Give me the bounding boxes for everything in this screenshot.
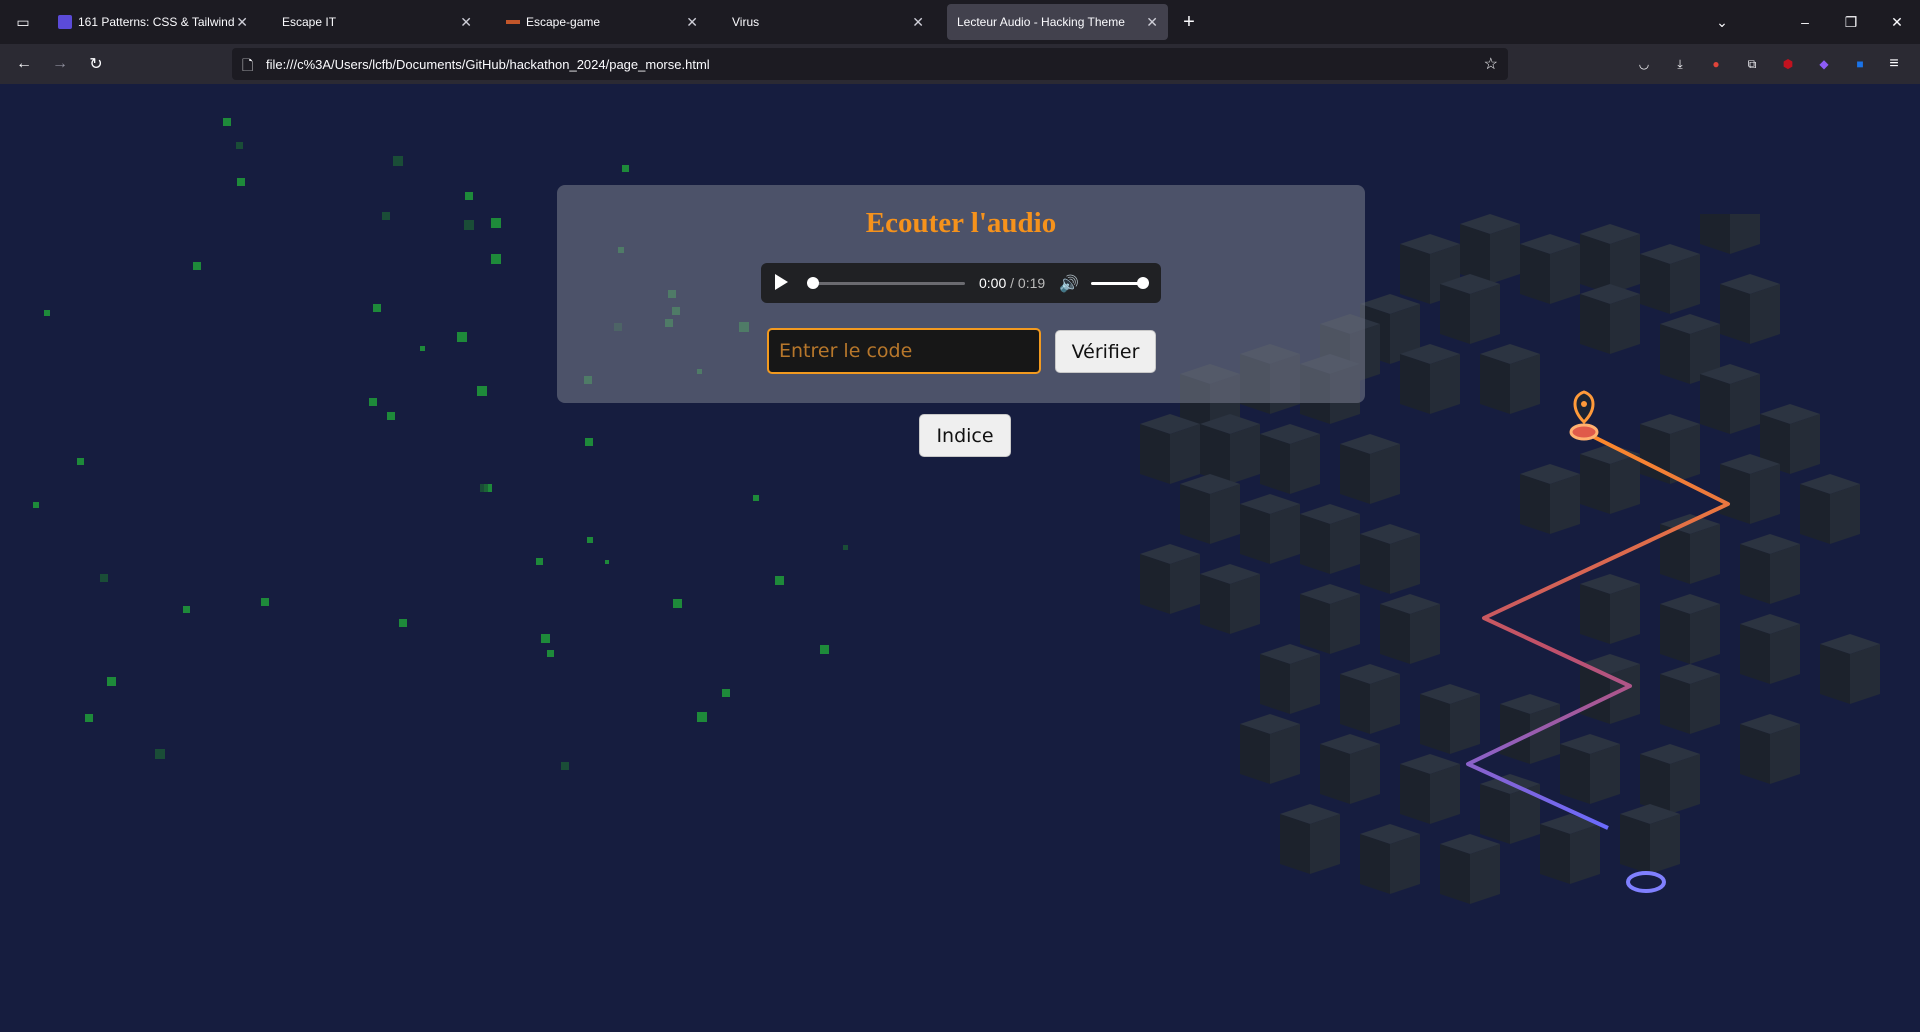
app-menu-icon[interactable]: ≡	[1884, 54, 1904, 74]
file-page-icon: 🗋	[242, 57, 254, 73]
pocket-icon[interactable]: ◡	[1634, 54, 1654, 74]
back-arrow-icon[interactable]: ←	[10, 50, 38, 78]
location-pin-icon	[1573, 390, 1595, 425]
tab-label: Virus	[732, 15, 760, 29]
play-icon[interactable]	[775, 274, 788, 290]
tab-escape-game[interactable]: Escape-game ✕	[496, 4, 708, 40]
close-tab-icon[interactable]: ✕	[460, 14, 472, 31]
route-start-marker	[1569, 423, 1599, 441]
route-end-marker	[1626, 871, 1666, 893]
tab-lecteur-audio[interactable]: Lecteur Audio - Hacking Theme ✕	[947, 4, 1168, 40]
page-viewport: Ecouter l'audio 0:00 / 0:19 🔊 Vérifier I…	[0, 84, 1920, 1032]
close-tab-icon[interactable]: ✕	[912, 14, 924, 31]
extension-blue-icon[interactable]: ■	[1850, 54, 1870, 74]
time-separator: /	[1006, 275, 1018, 291]
tab-virus[interactable]: Virus ✕	[722, 4, 934, 40]
page-title: Ecouter l'audio	[865, 207, 1057, 239]
audio-player[interactable]: 0:00 / 0:19 🔊	[761, 263, 1161, 303]
tab-list-icon[interactable]: ▭	[0, 0, 46, 44]
seek-thumb[interactable]	[807, 277, 819, 289]
browser-tab-bar: ▭ 161 Patterns: CSS & Tailwind ✕ Escape …	[0, 0, 1920, 44]
close-tab-icon[interactable]: ✕	[686, 14, 698, 31]
tab-overflow-chevron-down-icon[interactable]: ⌄	[1699, 0, 1745, 44]
downloads-icon[interactable]: ⤓	[1670, 54, 1690, 74]
new-tab-button[interactable]: +	[1166, 0, 1212, 44]
escape-game-favicon-icon	[506, 20, 520, 24]
volume-slider[interactable]	[1091, 282, 1143, 285]
forward-arrow-icon[interactable]: →	[46, 50, 74, 78]
volume-thumb[interactable]	[1137, 277, 1149, 289]
ublock-origin-icon[interactable]: ⬢	[1778, 54, 1798, 74]
code-input[interactable]	[767, 328, 1041, 374]
bookmark-star-icon[interactable]: ☆	[1484, 54, 1498, 74]
reload-icon[interactable]: ↻	[82, 50, 110, 78]
extension-purple-icon[interactable]: ◆	[1814, 54, 1834, 74]
tab-label: Lecteur Audio - Hacking Theme	[957, 15, 1125, 29]
tab-label: 161 Patterns: CSS & Tailwind	[78, 15, 235, 29]
restore-window-icon[interactable]: ❐	[1828, 0, 1874, 44]
extensions-puzzle-icon[interactable]: ⧉	[1742, 54, 1762, 74]
close-tab-icon[interactable]: ✕	[236, 14, 248, 31]
tab-patterns[interactable]: 161 Patterns: CSS & Tailwind ✕	[48, 4, 258, 40]
minimize-window-icon[interactable]: –	[1782, 0, 1828, 44]
url-text[interactable]: file:///c%3A/Users/lcfb/Documents/GitHub…	[266, 57, 710, 72]
close-window-icon[interactable]: ✕	[1874, 0, 1920, 44]
current-time: 0:00	[979, 275, 1007, 291]
seek-bar[interactable]	[813, 282, 965, 285]
address-bar[interactable]: 🗋 file:///c%3A/Users/lcfb/Documents/GitH…	[232, 48, 1508, 80]
audio-challenge-panel: Ecouter l'audio 0:00 / 0:19 🔊 Vérifier	[557, 185, 1365, 403]
tab-escape-it[interactable]: Escape IT ✕	[272, 4, 482, 40]
hint-button[interactable]: Indice	[919, 414, 1011, 457]
time-display: 0:00 / 0:19	[979, 275, 1045, 291]
tab-label: Escape-game	[526, 15, 601, 29]
browser-nav-bar: ← → ↻ 🗋 file:///c%3A/Users/lcfb/Document…	[0, 44, 1920, 85]
duration: 0:19	[1017, 275, 1046, 291]
close-tab-icon[interactable]: ✕	[1146, 14, 1158, 31]
volume-icon[interactable]: 🔊	[1059, 274, 1079, 294]
tab-label: Escape IT	[282, 15, 337, 29]
verify-button[interactable]: Vérifier	[1055, 330, 1156, 373]
extension-devil-icon[interactable]: ●	[1706, 54, 1726, 74]
patterns-favicon-icon	[58, 15, 72, 29]
